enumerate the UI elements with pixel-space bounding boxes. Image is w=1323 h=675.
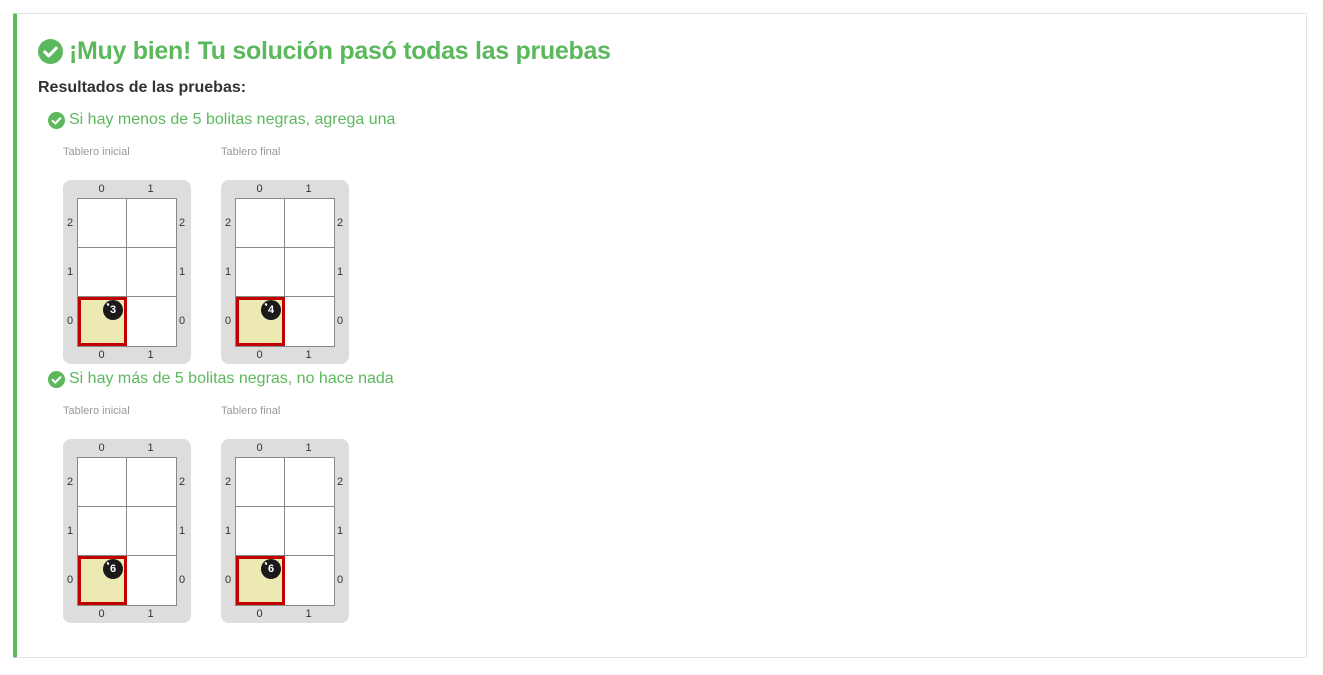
board-cell [236,248,285,297]
result-panel: ¡Muy bien! Tu solución pasó todas las pr… [13,13,1307,658]
board-grid: 4 [235,198,335,347]
row-label-right: 1 [336,524,344,537]
row-label-left: 2 [224,216,232,229]
check-circle-icon [38,38,63,64]
board-cell [127,199,176,248]
row-label-left: 1 [66,265,74,278]
row-label-right: 0 [336,314,344,327]
board-cell [285,507,334,556]
row-label-left: 1 [224,524,232,537]
column-label-top: 1 [305,183,312,195]
column-label-top: 0 [98,442,105,454]
board-grid: 6 [235,457,335,606]
black-ball-counter: 6 [103,559,123,579]
board-cell [285,248,334,297]
row-label-right: 1 [178,265,186,278]
column-label-bottom: 0 [98,349,105,361]
check-circle-icon [48,370,65,388]
row-label-left: 2 [224,475,232,488]
row-label-right: 2 [336,216,344,229]
column-label-bottom: 1 [305,349,312,361]
results-label: Resultados de las pruebas: [38,79,247,96]
row-label-right: 1 [178,524,186,537]
board-cell [127,458,176,507]
board-cell [285,556,334,605]
row-label-left: 0 [66,573,74,586]
black-ball-counter: 3 [103,300,123,320]
board-grid: 6 [77,457,177,606]
test-title-text: Si hay menos de 5 bolitas negras, agrega… [69,111,396,128]
black-ball-counter: 4 [261,300,281,320]
initial-board-label: Tablero inicial [63,405,130,417]
board-cell [285,199,334,248]
board: 0 0 1 1 2 2 1 1 0 0 4 [221,180,349,364]
row-label-left: 0 [224,573,232,586]
row-label-right: 2 [336,475,344,488]
column-label-top: 0 [256,183,263,195]
board-cell [236,199,285,248]
board-cell [127,248,176,297]
column-label-top: 0 [256,442,263,454]
row-label-right: 0 [178,573,186,586]
check-circle-icon [48,111,65,129]
board: 0 0 1 1 2 2 1 1 0 0 6 [63,439,191,623]
column-label-top: 0 [98,183,105,195]
column-label-bottom: 0 [256,608,263,620]
board-cell [236,458,285,507]
board-grid: 3 [77,198,177,347]
board: 0 0 1 1 2 2 1 1 0 0 6 [221,439,349,623]
row-label-left: 2 [66,216,74,229]
column-label-bottom: 1 [147,608,154,620]
board-cell [285,458,334,507]
test-title-2: Si hay más de 5 bolitas negras, no hace … [48,368,394,390]
board-cell [236,507,285,556]
board-cell [127,507,176,556]
row-label-left: 1 [224,265,232,278]
initial-board-label: Tablero inicial [63,146,130,158]
row-label-right: 0 [178,314,186,327]
column-label-top: 1 [147,183,154,195]
board: 0 0 1 1 2 2 1 1 0 0 3 [63,180,191,364]
column-label-top: 1 [147,442,154,454]
board-cell [78,507,127,556]
row-label-left: 0 [66,314,74,327]
test-title-1: Si hay menos de 5 bolitas negras, agrega… [48,109,395,131]
board-cell [285,297,334,346]
column-label-top: 1 [305,442,312,454]
row-label-right: 2 [178,216,186,229]
final-board-label: Tablero final [221,405,281,417]
column-label-bottom: 1 [305,608,312,620]
board-cell [78,199,127,248]
board-cell [78,248,127,297]
success-headline: ¡Muy bien! Tu solución pasó todas las pr… [38,36,611,66]
row-label-right: 0 [336,573,344,586]
test-title-text: Si hay más de 5 bolitas negras, no hace … [69,370,394,387]
column-label-bottom: 0 [256,349,263,361]
row-label-right: 2 [178,475,186,488]
row-label-left: 1 [66,524,74,537]
final-board-label: Tablero final [221,146,281,158]
board-cell [127,556,176,605]
column-label-bottom: 1 [147,349,154,361]
board-cell [78,458,127,507]
column-label-bottom: 0 [98,608,105,620]
row-label-left: 2 [66,475,74,488]
headline-text: ¡Muy bien! Tu solución pasó todas las pr… [69,36,611,65]
row-label-right: 1 [336,265,344,278]
board-cell [127,297,176,346]
black-ball-counter: 6 [261,559,281,579]
row-label-left: 0 [224,314,232,327]
